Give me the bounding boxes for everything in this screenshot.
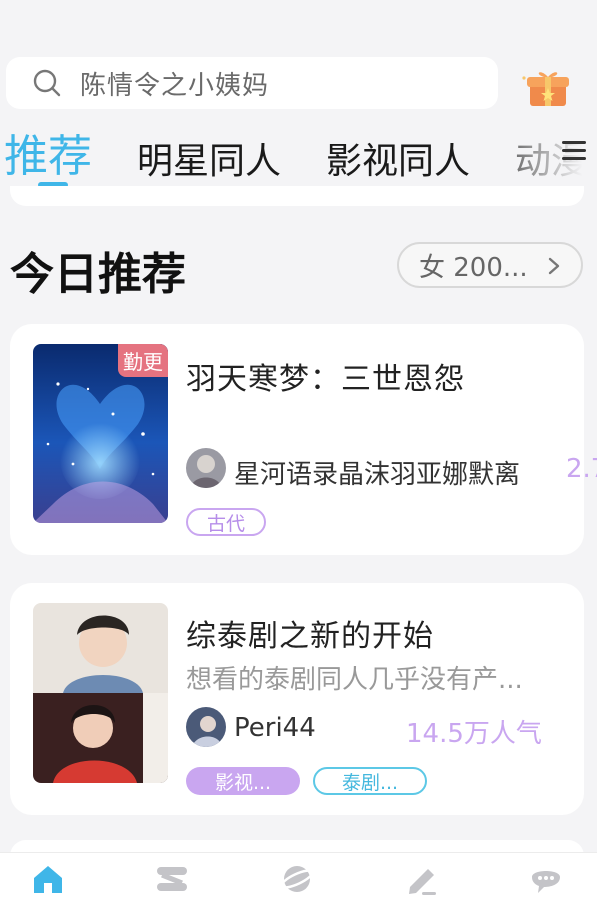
chevron-right-icon [548,257,560,275]
search-icon [33,69,61,97]
tab-celebrity-fanfic[interactable]: 明星同人 [137,132,281,184]
cover-image [33,603,168,783]
popularity-count: 14.5万人气 [406,719,542,749]
book-title: 综泰剧之新的开始 [186,619,434,654]
section-title: 今日推荐 [10,249,186,300]
planet-icon[interactable] [279,861,315,897]
chat-icon[interactable] [528,861,564,897]
tag-chip[interactable]: 古代 [186,508,266,536]
tag-chip[interactable]: 影视... [186,767,300,795]
book-cover: 勤更 [33,344,168,523]
banner-card-bottom [10,186,584,206]
book-card[interactable]: 综泰剧之新的开始 想看的泰剧同人几乎没有产... Peri44 14.5万人气 … [10,583,584,815]
tab-film-fanfic[interactable]: 影视同人 [326,132,470,184]
avatar [186,448,226,488]
menu-icon[interactable] [560,136,590,166]
gift-icon[interactable] [522,68,570,108]
update-badge: 勤更 [118,344,168,377]
search-bar[interactable]: 陈情令之小姨妈 [6,57,498,109]
tag-chip[interactable]: 泰剧... [313,767,427,795]
book-title: 羽天寒梦：三世恩怨 [186,362,465,397]
filter-label: 女 200... [419,252,528,283]
book-cover [33,603,168,783]
write-icon[interactable] [404,861,440,897]
search-placeholder: 陈情令之小姨妈 [80,70,270,101]
filter-dropdown[interactable]: 女 200... [397,242,583,288]
category-icon[interactable] [154,861,190,897]
bottom-nav [0,852,597,903]
popularity-count: 2.7 [566,454,597,484]
book-card[interactable]: 勤更 羽天寒梦：三世恩怨 星河语录晶沫羽亚娜默离 2.7 古代 [10,324,597,555]
home-icon[interactable] [30,861,66,897]
book-description: 想看的泰剧同人几乎没有产... [186,665,523,695]
avatar [186,707,226,747]
author-name: 星河语录晶沫羽亚娜默离 [234,460,521,490]
tab-recommend[interactable]: 推荐 [4,124,92,184]
author-name: Peri44 [234,713,316,743]
